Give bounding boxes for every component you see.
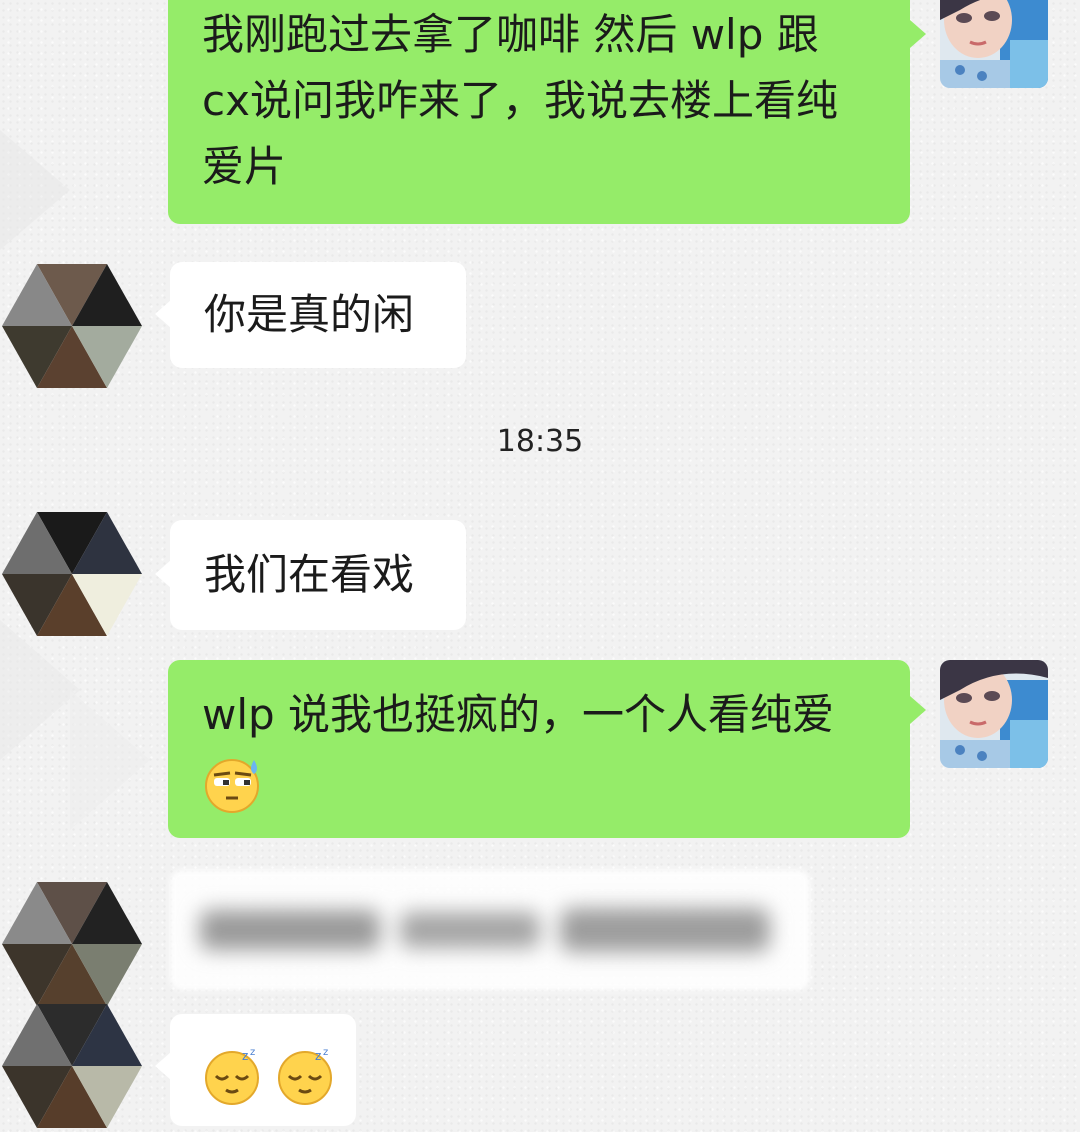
message-line: 我刚跑过去拿了咖啡 然后 wlp 跟: [202, 10, 819, 59]
emoji-row: [202, 748, 880, 814]
timestamp: 18:35: [496, 424, 584, 459]
bubble-tail: [155, 560, 171, 588]
contact-avatar[interactable]: [2, 882, 142, 1006]
avatar-portrait-icon: [940, 0, 1048, 88]
hexagon-avatar-icon: [2, 882, 142, 1006]
hexagon-avatar-icon: [2, 264, 142, 388]
contact-avatar[interactable]: [2, 1004, 142, 1128]
sweat-eye-roll-emoji-icon: [205, 758, 259, 813]
svg-text:z: z: [315, 1049, 321, 1063]
received-message-bubble[interactable]: 你是真的闲: [170, 262, 466, 368]
chat-area[interactable]: 我刚跑过去拿了咖啡 然后 wlp 跟 cx说问我咋来了，我说去楼上看纯 爱片 你…: [0, 0, 1080, 1129]
blurred-text: [190, 890, 790, 970]
message-text: wlp 说我也挺疯的，一个人看纯爱: [202, 690, 835, 739]
sent-message-bubble[interactable]: 我刚跑过去拿了咖啡 然后 wlp 跟 cx说问我咋来了，我说去楼上看纯 爱片: [168, 0, 910, 224]
contact-avatar[interactable]: [2, 512, 142, 636]
sent-message-bubble[interactable]: wlp 说我也挺疯的，一个人看纯爱: [168, 660, 910, 838]
message-text: 我们在看戏: [204, 550, 415, 599]
user-avatar[interactable]: [940, 0, 1048, 88]
message-text: 你是真的闲: [204, 290, 415, 339]
bubble-tail: [910, 20, 926, 48]
user-avatar[interactable]: [940, 660, 1048, 768]
received-message-bubble[interactable]: z z z z: [170, 1014, 356, 1126]
received-message-bubble[interactable]: 我们在看戏: [170, 520, 466, 630]
bubble-tail: [155, 1052, 171, 1080]
avatar-portrait-icon: [940, 660, 1048, 768]
message-line: cx说问我咋来了，我说去楼上看纯: [202, 76, 838, 125]
hexagon-avatar-icon: [2, 1004, 142, 1128]
svg-text:z: z: [323, 1047, 328, 1058]
bubble-tail: [910, 696, 926, 724]
bubble-tail: [155, 300, 171, 328]
svg-text:z: z: [242, 1049, 248, 1063]
svg-text:z: z: [250, 1047, 255, 1058]
sleeping-face-emoji-icon: z z: [278, 1047, 333, 1105]
hexagon-avatar-icon: [2, 512, 142, 636]
sleeping-face-emoji-icon: z z: [205, 1047, 259, 1105]
message-line: 爱片: [202, 142, 287, 191]
contact-avatar[interactable]: [2, 264, 142, 388]
